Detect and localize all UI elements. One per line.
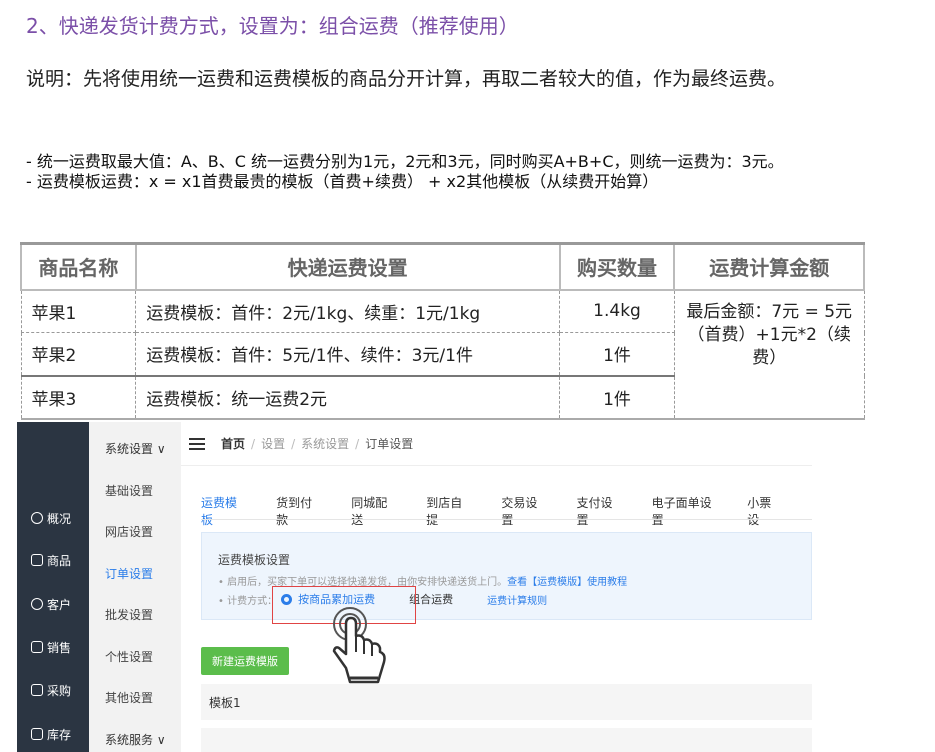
cell-product: 苹果1 <box>20 288 137 333</box>
nav-item-overview[interactable]: 概况 <box>17 508 89 528</box>
new-template-button[interactable]: 新建运费模版 <box>201 647 289 675</box>
subnav-system-service[interactable]: 系统服务 ∨ <box>105 731 166 748</box>
cell-qty: 1件 <box>559 332 675 376</box>
subnav-other[interactable]: 其他设置 <box>105 689 153 706</box>
box-icon <box>31 728 43 740</box>
menu-icon[interactable] <box>189 437 205 450</box>
settings-screenshot: 概况 商品 客户 销售 采购 库存 系统设置 ∨ 基础设置 网店设置 订单设置 … <box>17 422 812 752</box>
header-quantity: 购买数量 <box>558 242 676 291</box>
tutorial-link[interactable]: 查看【运费模版】使用教程 <box>507 577 627 588</box>
tab-divider <box>201 519 812 520</box>
bullet-uniform-freight: - 统一运费取最大值：A、B、C 统一运费分别为1元，2元和3元，同时购买A+B… <box>26 152 784 171</box>
nav-item-customers[interactable]: 客户 <box>17 594 89 614</box>
main-sidebar: 概况 商品 客户 销售 采购 库存 <box>17 422 89 752</box>
cell-product: 苹果2 <box>20 332 137 376</box>
grid-icon <box>31 554 43 566</box>
nav-item-inventory[interactable]: 库存 <box>17 724 89 744</box>
rules-link[interactable]: 运费计算规则 <box>487 592 547 607</box>
template-row[interactable]: 模板1 <box>201 684 812 720</box>
panel-title: 运费模板设置 <box>218 553 291 567</box>
description-text: 说明：先将使用统一运费和运费模板的商品分开计算，再取二者较大的值，作为最终运费。 <box>26 68 787 90</box>
cell-product: 苹果3 <box>20 374 137 420</box>
subnav-basic[interactable]: 基础设置 <box>105 482 153 499</box>
pointer-hand-icon <box>332 607 386 684</box>
subnav-order[interactable]: 订单设置 <box>105 565 153 582</box>
breadcrumb-settings[interactable]: 设置 <box>261 435 285 452</box>
settings-subnav: 系统设置 ∨ 基础设置 网店设置 订单设置 批发设置 个性设置 其他设置 系统服… <box>89 422 181 752</box>
nav-item-purchase[interactable]: 采购 <box>17 680 89 700</box>
cell-qty: 1件 <box>559 374 675 420</box>
subnav-shop[interactable]: 网店设置 <box>105 523 153 540</box>
header-freight-amount: 运费计算金额 <box>673 242 865 291</box>
breadcrumb-order: 订单设置 <box>365 437 414 451</box>
section-heading: 2、快递发货计费方式，设置为：组合运费（推荐使用） <box>26 14 519 38</box>
subnav-system-settings[interactable]: 系统设置 ∨ <box>105 440 166 457</box>
cart-icon <box>31 684 43 696</box>
user-icon <box>31 598 43 610</box>
bullet-template-freight: - 运费模板运费：x = x1首费最贵的模板（首费+续费） + x2其他模板（从… <box>26 172 659 191</box>
cell-setting: 运费模板：首件：5元/1件、续件：3元/1件 <box>135 332 561 376</box>
nav-item-products[interactable]: 商品 <box>17 550 89 570</box>
nav-item-sales[interactable]: 销售 <box>17 637 89 657</box>
gauge-icon <box>31 512 43 524</box>
subnav-personal[interactable]: 个性设置 <box>105 648 153 665</box>
header-product-name: 商品名称 <box>20 242 137 291</box>
breadcrumb-system[interactable]: 系统设置 <box>301 435 349 452</box>
rule-bullets: - 统一运费取最大值：A、B、C 统一运费分别为1元，2元和3元，同时购买A+B… <box>26 152 926 192</box>
cell-setting: 运费模板：首件：2元/1kg、续重：1元/1kg <box>135 288 561 333</box>
breadcrumb: 首页 / 设置 / 系统设置 / 订单设置 <box>181 422 812 466</box>
table-row: 苹果1 运费模板：首件：2元/1kg、续重：1元/1kg 1.4kg 最后金额：… <box>20 288 865 420</box>
breadcrumb-home[interactable]: 首页 <box>221 435 245 452</box>
header-express-setting: 快递运费设置 <box>134 242 561 291</box>
subnav-wholesale[interactable]: 批发设置 <box>105 606 153 623</box>
cell-setting: 运费模板：统一运费2元 <box>135 374 561 420</box>
cell-qty: 1.4kg <box>559 288 675 333</box>
freight-example-table: 商品名称 快递运费设置 购买数量 运费计算金额 苹果1 运费模板：首件：2元/1… <box>20 242 865 420</box>
template-row <box>201 728 812 752</box>
receipt-icon <box>31 641 43 653</box>
cell-result: 最后金额：7元 = 5元（首费）+1元*2（续费） <box>673 288 865 420</box>
